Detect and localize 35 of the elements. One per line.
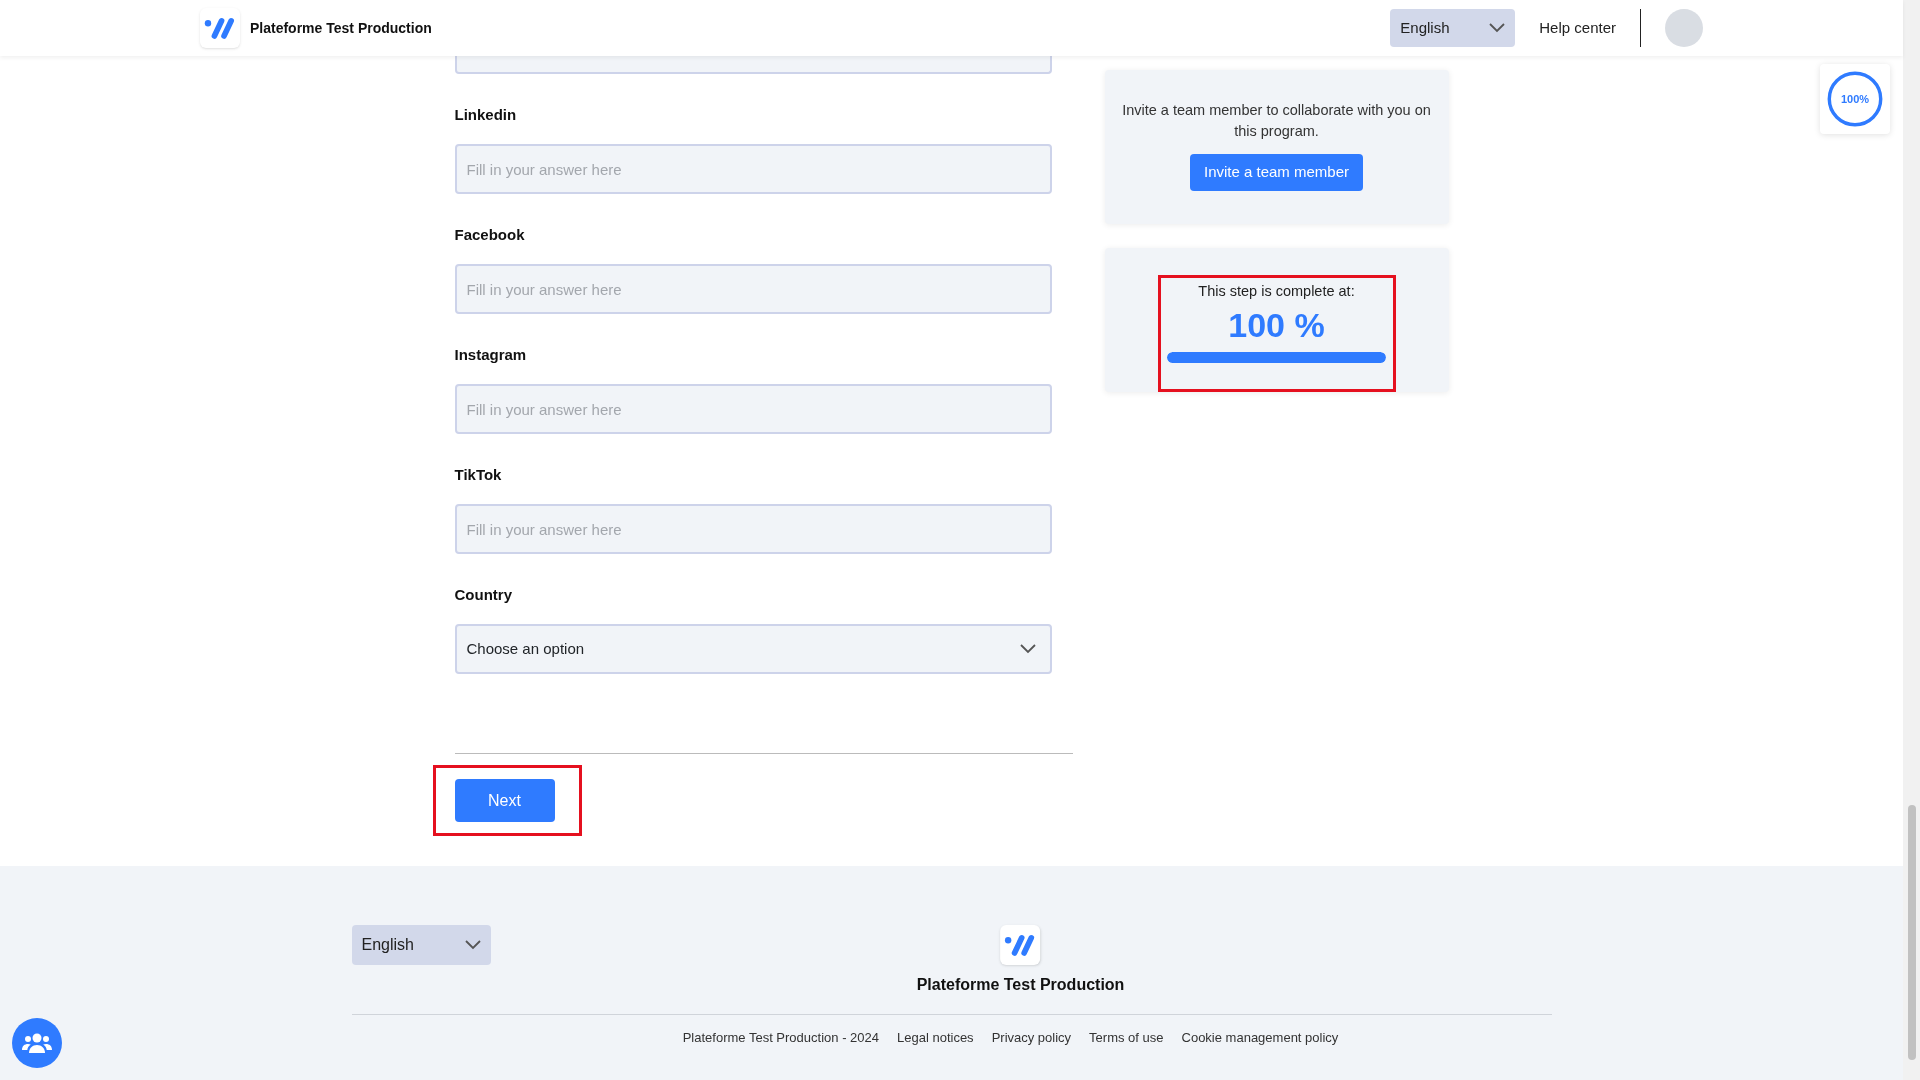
logo-icon bbox=[1000, 925, 1041, 965]
footer-link[interactable]: Privacy policy bbox=[991, 1028, 1072, 1048]
help-center-link[interactable]: Help center bbox=[1539, 16, 1616, 40]
footer-link[interactable]: Terms of use bbox=[1089, 1028, 1164, 1048]
progress-caption: This step is complete at: bbox=[1198, 282, 1355, 301]
field-label: Linkedin bbox=[454, 105, 517, 125]
brand-name: Plateforme Test Production bbox=[250, 18, 432, 38]
people-icon bbox=[22, 1031, 52, 1055]
input-field[interactable]: Fill in your answer here bbox=[454, 264, 1052, 314]
progress-badge[interactable]: 100% bbox=[1820, 64, 1890, 134]
next-button[interactable]: Next bbox=[454, 779, 555, 822]
language-select[interactable]: English bbox=[1390, 9, 1516, 47]
input-field[interactable]: Fill in your answer here bbox=[454, 144, 1052, 194]
chevron-down-icon bbox=[464, 940, 481, 950]
language-select[interactable]: English bbox=[351, 925, 491, 965]
field-label: TikTok bbox=[454, 465, 502, 485]
input-field[interactable]: Fill in your answer here bbox=[454, 384, 1052, 434]
avatar[interactable] bbox=[1665, 9, 1703, 47]
chevron-down-icon bbox=[1019, 644, 1036, 654]
footer-link[interactable]: Plateforme Test Production - 2024 bbox=[682, 1028, 879, 1048]
invite-text: Invite a team member to collaborate with you on this program. bbox=[1121, 101, 1432, 141]
footer-link[interactable]: Cookie management policy bbox=[1181, 1028, 1339, 1048]
field-label: Country bbox=[454, 585, 512, 605]
footer-brand: Plateforme Test Production bbox=[916, 975, 1125, 995]
field-label: Instagram bbox=[454, 345, 527, 365]
country-select[interactable]: Choose an option bbox=[454, 624, 1052, 674]
footer-link[interactable]: Legal notices bbox=[897, 1028, 974, 1048]
chevron-down-icon bbox=[1489, 23, 1506, 33]
field-label: Facebook bbox=[454, 225, 525, 245]
logo-icon bbox=[200, 8, 240, 48]
invite-button[interactable]: Invite a team member bbox=[1189, 154, 1364, 191]
progress-badge-text: 100% bbox=[1839, 91, 1871, 107]
input-field[interactable] bbox=[454, 56, 1052, 74]
progress-percent: 100 % bbox=[1228, 304, 1325, 346]
input-field[interactable]: Fill in your answer here bbox=[454, 504, 1052, 554]
